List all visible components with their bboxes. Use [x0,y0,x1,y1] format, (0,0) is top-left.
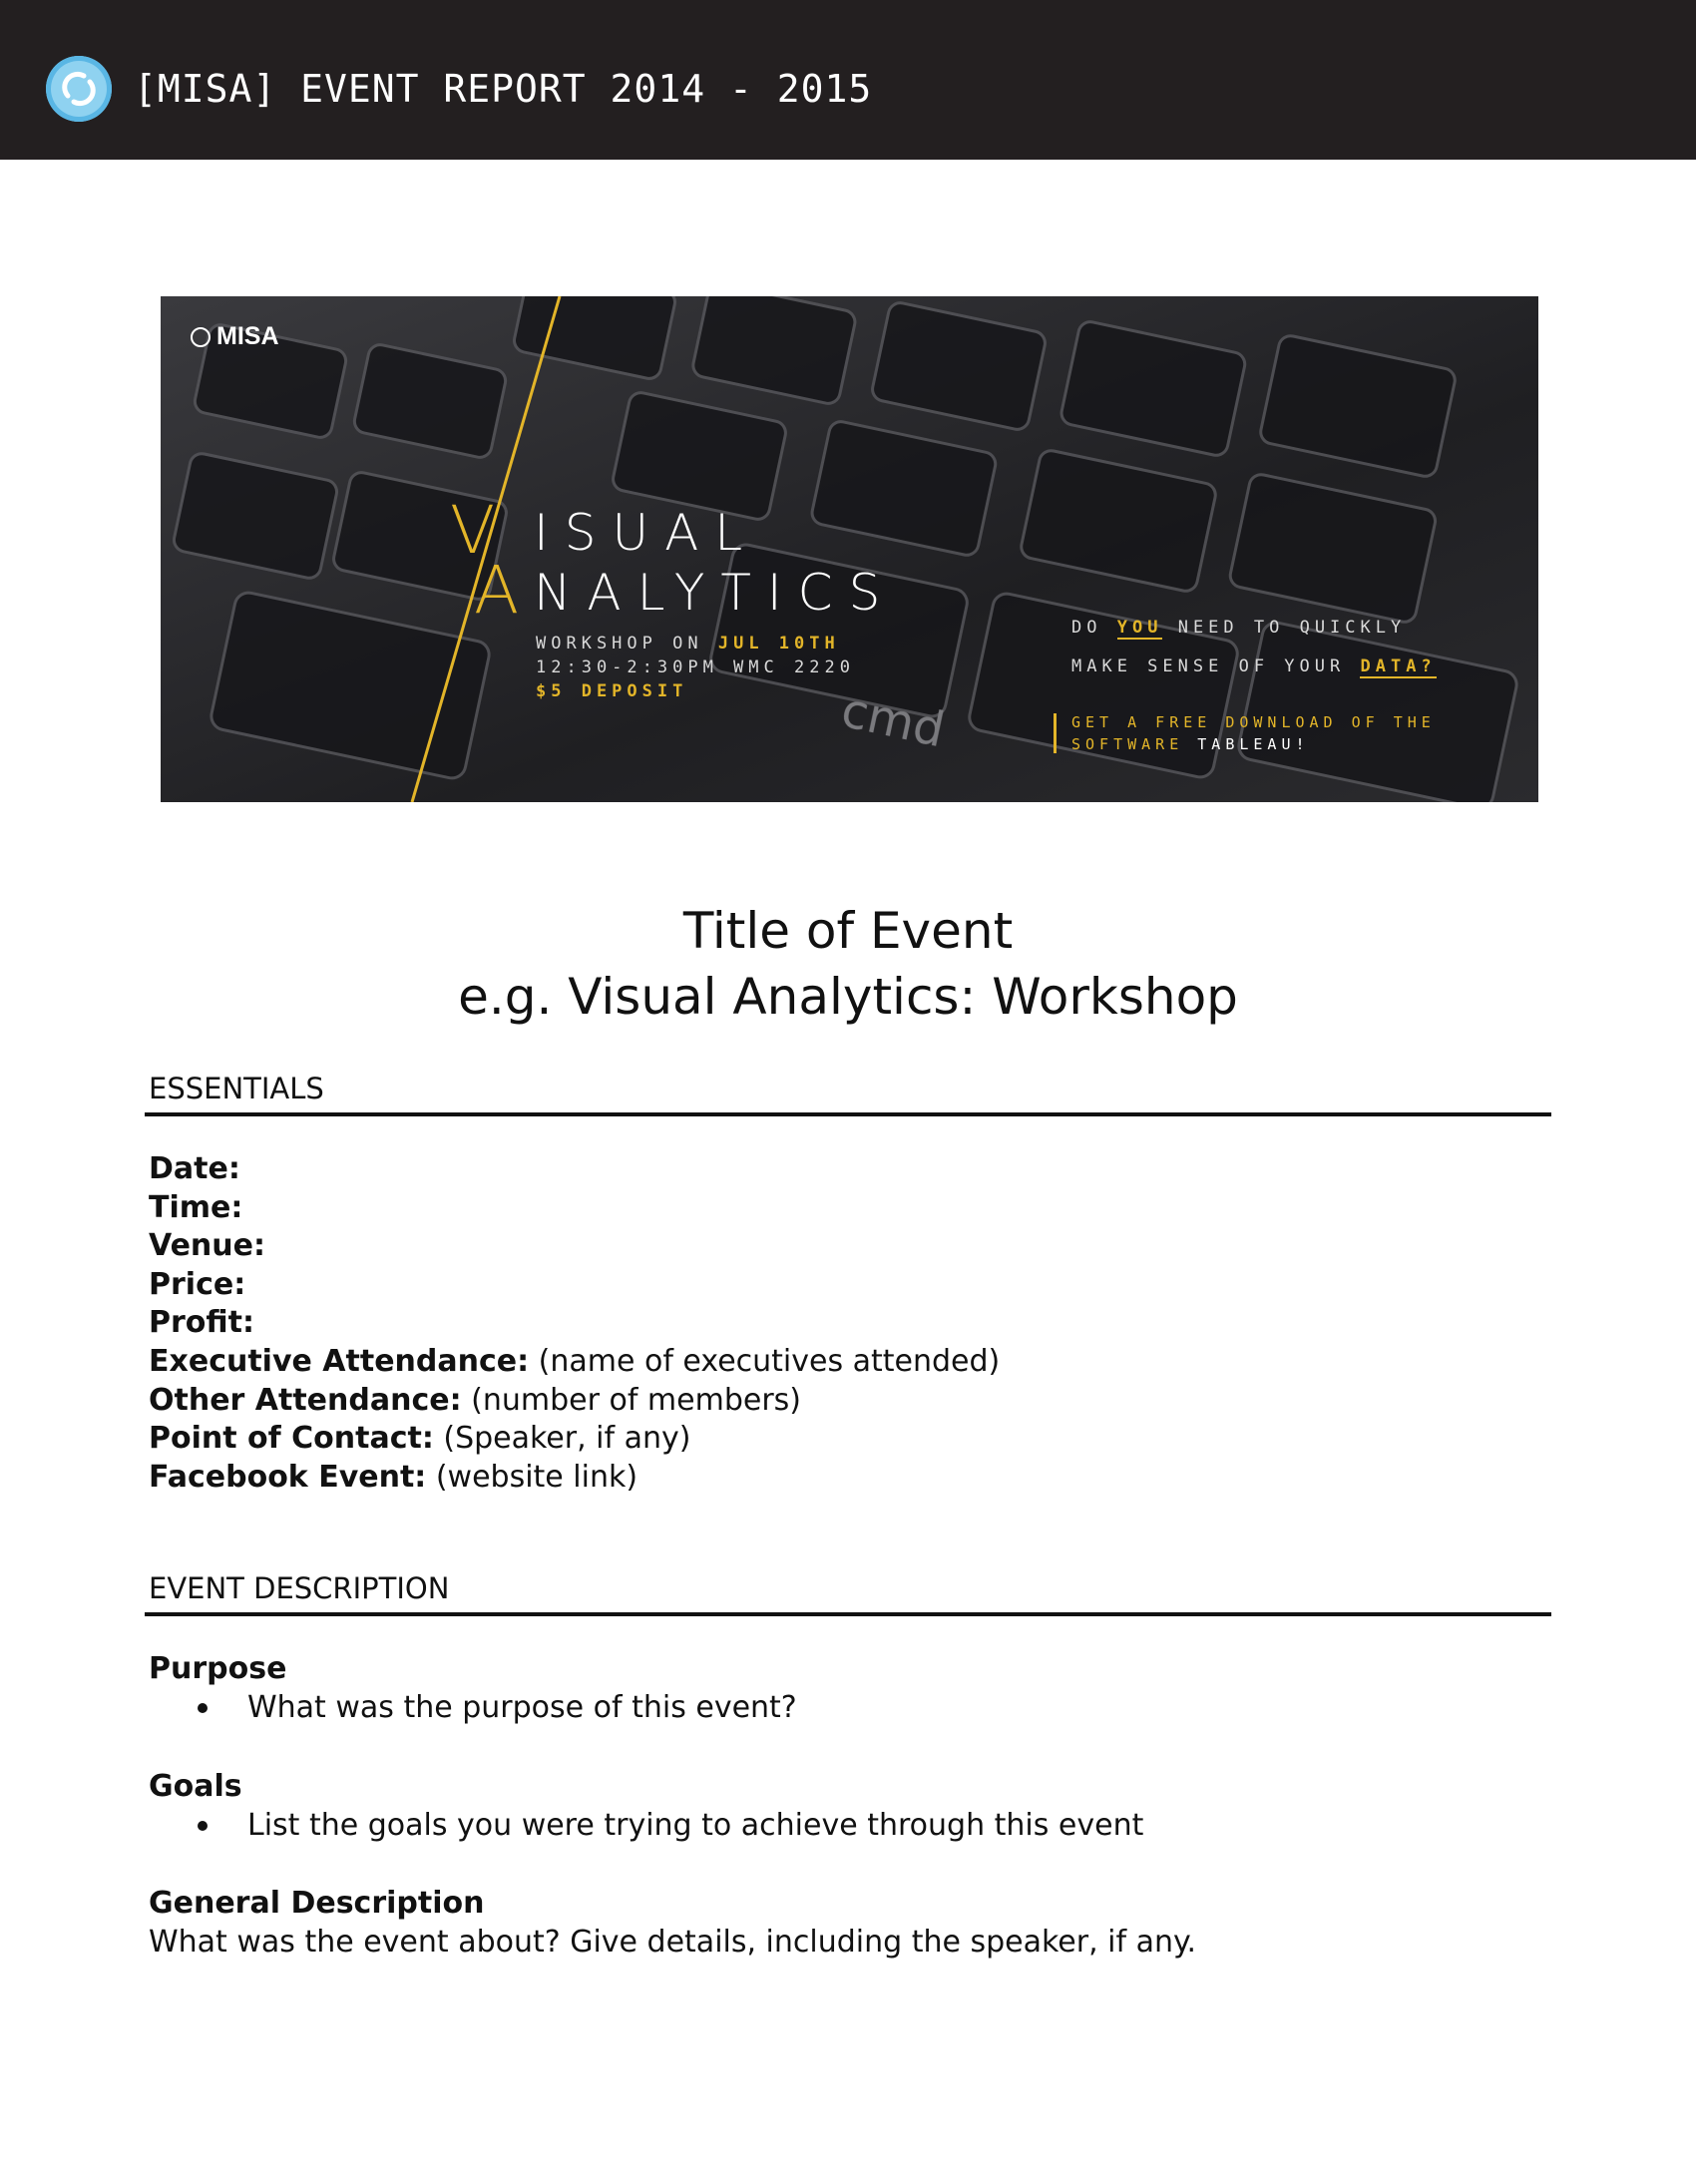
event-description-divider [145,1612,1551,1616]
banner-title-line2: NALYTICS [534,564,897,622]
field-other-attendance: Other Attendance: (number of members) [149,1382,1000,1421]
field-time: Time: [149,1189,1000,1228]
purpose-bullet: What was the purpose of this event? [198,1690,797,1725]
essentials-fields: Date: Time: Venue: Price: Profit: Execut… [149,1150,1000,1497]
banner-accent-bar [1054,713,1057,753]
field-label: Price: [149,1266,246,1302]
general-description-text: What was the event about? Give details, … [149,1925,1197,1960]
field-label: Date: [149,1151,240,1186]
banner-offer-prefix: SOFTWARE [1071,735,1184,753]
field-label: Point of Contact: [149,1421,434,1457]
banner-brand: MISA [191,322,279,351]
banner-question-line2: MAKE SENSE OF YOUR DATA? [1071,656,1437,678]
event-title-line1: Title of Event [682,902,1014,960]
field-label: Executive Attendance: [149,1343,530,1379]
essentials-heading: ESSENTIALS [149,1072,324,1105]
banner-time-venue: 12:30-2:30PM WMC 2220 [536,657,855,677]
field-price: Price: [149,1266,1000,1305]
purpose-heading: Purpose [149,1651,287,1686]
bullet-icon [198,1821,208,1831]
field-value: (name of executives attended) [538,1343,1001,1379]
banner-deposit: $5 DEPOSIT [536,681,688,701]
goals-heading: Goals [149,1769,242,1804]
event-banner-image: cmd MISA V ISUAL A NALYTICS WORKSHOP ON … [161,296,1538,802]
field-label: Other Attendance: [149,1382,462,1418]
field-label: Profit: [149,1305,254,1341]
field-value: (number of members) [471,1382,801,1418]
event-title-block: Title of Event e.g. Visual Analytics: Wo… [0,898,1696,1030]
event-description-heading: EVENT DESCRIPTION [149,1571,450,1605]
banner-offer-line1: GET A FREE DOWNLOAD OF THE [1071,713,1436,731]
report-title: [MISA] EVENT REPORT 2014 - 2015 [134,67,873,111]
banner-question-data: DATA? [1360,656,1437,678]
misa-mark-icon [191,327,211,347]
essentials-divider [145,1112,1551,1116]
banner-question-you: YOU [1116,618,1163,640]
field-label: Venue: [149,1228,265,1264]
banner-question-line2-prefix: MAKE SENSE OF YOUR [1071,656,1346,676]
field-executive-attendance: Executive Attendance: (name of executive… [149,1343,1000,1382]
banner-offer-line2: SOFTWARE TABLEAU! [1071,735,1310,753]
banner-question-part1: DO [1071,618,1102,638]
field-profit: Profit: [149,1304,1000,1343]
field-point-of-contact: Point of Contact: (Speaker, if any) [149,1420,1000,1459]
banner-workshop-prefix: WORKSHOP ON [536,634,703,654]
field-date: Date: [149,1150,1000,1189]
event-title-line2: e.g. Visual Analytics: Workshop [458,968,1238,1026]
field-label: Time: [149,1189,243,1225]
report-header-bar: [MISA] EVENT REPORT 2014 - 2015 [0,0,1696,160]
banner-question-line1: DO YOU NEED TO QUICKLY [1071,618,1407,640]
banner-question-part2: NEED TO QUICKLY [1177,618,1407,638]
bullet-icon [198,1703,208,1713]
general-description-heading: General Description [149,1886,485,1921]
field-value: (Speaker, if any) [443,1421,691,1457]
banner-workshop-date: JUL 10TH [717,634,840,654]
banner-title-line1: ISUAL [534,504,759,562]
goals-bullet-text: List the goals you were trying to achiev… [247,1808,1144,1843]
banner-title-initial-a: A [474,552,520,629]
purpose-bullet-text: What was the purpose of this event? [247,1690,797,1725]
misa-logo-icon [46,56,112,122]
field-facebook-event: Facebook Event: (website link) [149,1459,1000,1498]
field-label: Facebook Event: [149,1459,427,1495]
banner-workshop-line: WORKSHOP ON JUL 10TH [536,634,840,654]
banner-brand-text: MISA [216,322,279,350]
banner-offer-name: TABLEAU! [1197,735,1310,753]
field-value: (website link) [435,1459,638,1495]
goals-bullet: List the goals you were trying to achiev… [198,1808,1143,1843]
field-venue: Venue: [149,1227,1000,1266]
